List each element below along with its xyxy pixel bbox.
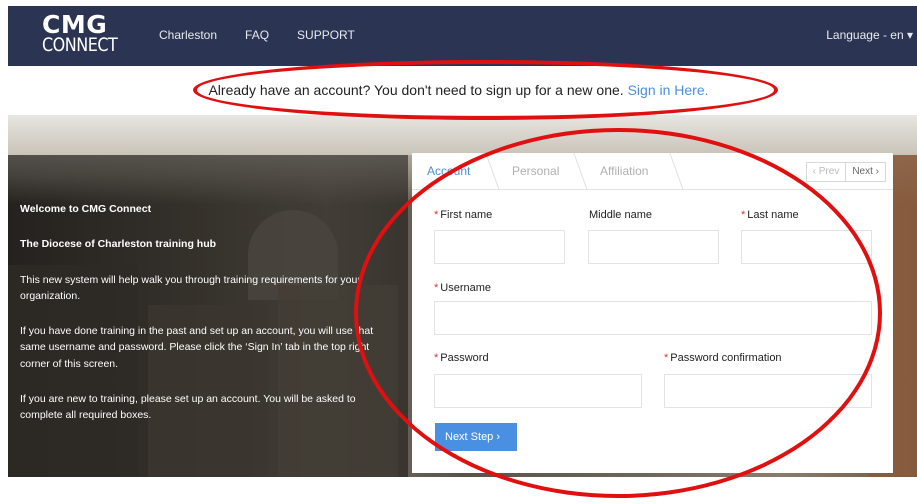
hero-sky (8, 115, 917, 155)
intro-paragraph: This new system will help walk you throu… (20, 273, 361, 302)
hub-heading: The Diocese of Charleston training hub (20, 238, 217, 251)
main-nav: Charleston FAQ SUPPORT (159, 28, 383, 42)
prev-button[interactable]: ‹ Prev (807, 163, 847, 181)
nav-faq[interactable]: FAQ (245, 28, 269, 42)
top-navbar: CMG CONNECT Charleston FAQ SUPPORT Langu… (8, 6, 917, 66)
annotation-oval-form (354, 128, 882, 498)
nav-support[interactable]: SUPPORT (297, 28, 355, 42)
intro-paragraph: If you are new to training, please set u… (20, 392, 356, 422)
welcome-heading: Welcome to CMG Connect (20, 203, 152, 215)
intro-text: Welcome to CMG Connect The Diocese of Ch… (20, 201, 395, 442)
page: CMG CONNECT Charleston FAQ SUPPORT Langu… (0, 0, 917, 504)
logo-line2: CONNECT (42, 33, 118, 56)
cmg-connect-logo[interactable]: CMG CONNECT (42, 12, 118, 56)
annotation-oval-notice (193, 60, 778, 120)
language-selector[interactable]: Language - en ▾ (826, 28, 913, 42)
step-pager: ‹ Prev Next › (805, 162, 886, 182)
intro-paragraph: If you have done training in the past an… (20, 325, 374, 370)
nav-charleston[interactable]: Charleston (159, 28, 217, 42)
next-button[interactable]: Next › (846, 163, 885, 181)
